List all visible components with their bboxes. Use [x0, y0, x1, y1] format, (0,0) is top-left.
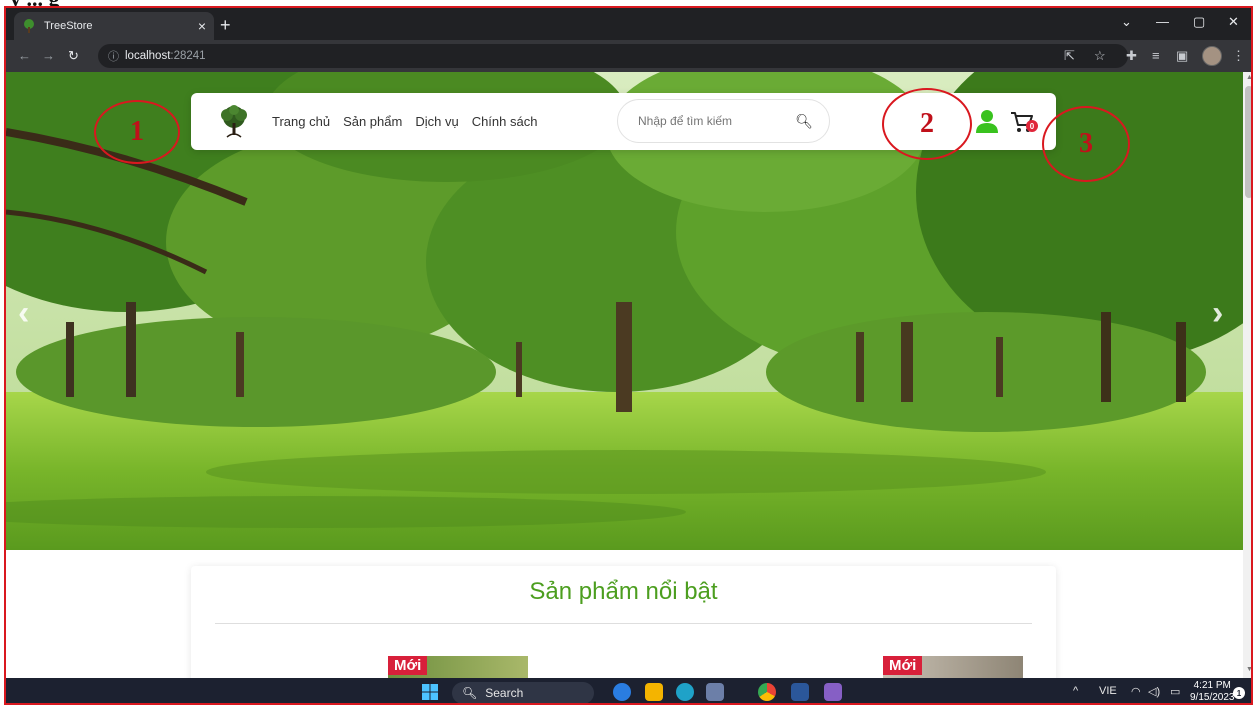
- tab-search-chevron-icon[interactable]: ⌄: [1121, 14, 1132, 30]
- scrollbar-thumb[interactable]: [1245, 86, 1251, 198]
- file-explorer-icon[interactable]: [645, 683, 663, 701]
- address-bar[interactable]: ⓘ localhost :28241: [98, 44, 1128, 68]
- windows-taskbar: 🔍︎ Search ^ VIE ◠ ◁) ▭ 4:21 PM 9/15/2023…: [6, 678, 1251, 705]
- new-tab-button[interactable]: +: [220, 15, 231, 36]
- profile-avatar[interactable]: [1202, 46, 1222, 66]
- edge-icon[interactable]: [676, 683, 694, 701]
- back-icon[interactable]: ←: [18, 48, 31, 63]
- cart-count-badge: 0: [1026, 120, 1038, 132]
- system-clock[interactable]: 4:21 PM 9/15/2023: [1190, 680, 1235, 703]
- reading-list-icon[interactable]: ≡: [1152, 48, 1160, 63]
- store-icon[interactable]: [706, 683, 724, 701]
- carousel-next-icon[interactable]: ›: [1212, 294, 1223, 333]
- annotation-circle-2: 2: [882, 88, 972, 160]
- screenshot-frame: TreeStore × + ⌄ — ▢ ✕ ← → ↻ ⓘ localhost …: [4, 6, 1253, 705]
- volume-icon[interactable]: ◁): [1148, 685, 1160, 698]
- reload-icon[interactable]: ↻: [68, 48, 79, 64]
- nav-products[interactable]: Sản phẩm: [343, 114, 402, 129]
- scroll-down-icon[interactable]: ▼: [1246, 666, 1251, 673]
- wifi-icon[interactable]: ◠: [1131, 685, 1141, 698]
- notification-badge[interactable]: 1: [1233, 687, 1245, 699]
- clock-date: 9/15/2023: [1190, 692, 1235, 703]
- product-card-2[interactable]: Mới: [883, 656, 1023, 678]
- search-input[interactable]: [638, 114, 796, 128]
- tab-title: TreeStore: [44, 20, 93, 32]
- language-indicator[interactable]: VIE: [1099, 685, 1117, 697]
- section-divider: [215, 623, 1032, 624]
- chrome-icon[interactable]: [758, 683, 776, 701]
- tab-close-icon[interactable]: ×: [198, 18, 206, 34]
- restore-icon[interactable]: ▢: [1193, 14, 1205, 30]
- annotation-circle-1: 1: [94, 100, 180, 164]
- browser-tab-bar: TreeStore × + ⌄ — ▢ ✕: [6, 8, 1251, 40]
- taskbar-search-label: Search: [485, 686, 524, 700]
- featured-title: Sản phẩm nổi bật: [529, 578, 718, 605]
- nav-policy[interactable]: Chính sách: [472, 114, 538, 129]
- carousel-prev-icon[interactable]: ‹: [18, 294, 29, 333]
- share-icon[interactable]: ⇱: [1064, 48, 1075, 64]
- annotation-circle-3: 3: [1042, 106, 1130, 182]
- featured-products-section: Sản phẩm nổi bật Mới Mới: [191, 566, 1056, 678]
- side-panel-icon[interactable]: ▣: [1176, 48, 1188, 64]
- tree-logo-icon[interactable]: [217, 105, 251, 139]
- search-icon: 🔍︎: [462, 686, 478, 700]
- page-viewport: ‹ › Trang chủ Sản phẩm Dịch vụ Chính sác…: [6, 72, 1243, 678]
- star-icon[interactable]: ☆: [1094, 48, 1106, 64]
- visual-studio-icon[interactable]: [824, 683, 842, 701]
- info-icon[interactable]: ⓘ: [108, 48, 119, 64]
- minimize-icon[interactable]: —: [1156, 14, 1169, 29]
- browser-tab[interactable]: TreeStore ×: [14, 12, 214, 40]
- active-app-indicator: [761, 704, 775, 705]
- tray-chevron-icon[interactable]: ^: [1073, 685, 1078, 697]
- extensions-icon[interactable]: ✚: [1126, 48, 1137, 64]
- scroll-up-icon[interactable]: ▲: [1246, 74, 1251, 81]
- product-card-1[interactable]: Mới: [388, 656, 528, 678]
- user-icon[interactable]: [976, 109, 998, 133]
- page-scrollbar[interactable]: ▲ ▼: [1243, 72, 1251, 678]
- forward-icon[interactable]: →: [42, 48, 55, 63]
- main-nav: Trang chủ Sản phẩm Dịch vụ Chính sách: [272, 114, 537, 129]
- clock-time: 4:21 PM: [1193, 680, 1231, 691]
- nav-home[interactable]: Trang chủ: [272, 114, 330, 129]
- nav-services[interactable]: Dịch vụ: [415, 114, 458, 129]
- bing-icon[interactable]: [613, 683, 631, 701]
- tree-favicon-icon: [22, 19, 36, 33]
- word-icon[interactable]: [791, 683, 809, 701]
- window-close-icon[interactable]: ✕: [1228, 14, 1239, 30]
- new-badge: Mới: [388, 656, 428, 675]
- new-badge: Mới: [883, 656, 923, 675]
- browser-toolbar: ← → ↻ ⓘ localhost :28241 ⇱ ☆ ✚ ≡ ▣ ⋮: [6, 40, 1251, 72]
- search-box: 🔍︎: [617, 99, 830, 143]
- search-icon[interactable]: 🔍︎: [795, 113, 813, 130]
- menu-icon[interactable]: ⋮: [1232, 48, 1245, 64]
- taskbar-search[interactable]: 🔍︎ Search: [452, 682, 594, 703]
- url-port: :28241: [170, 50, 206, 62]
- windows-start-icon[interactable]: [422, 684, 438, 700]
- url-host: localhost: [125, 50, 171, 62]
- battery-icon[interactable]: ▭: [1170, 685, 1180, 698]
